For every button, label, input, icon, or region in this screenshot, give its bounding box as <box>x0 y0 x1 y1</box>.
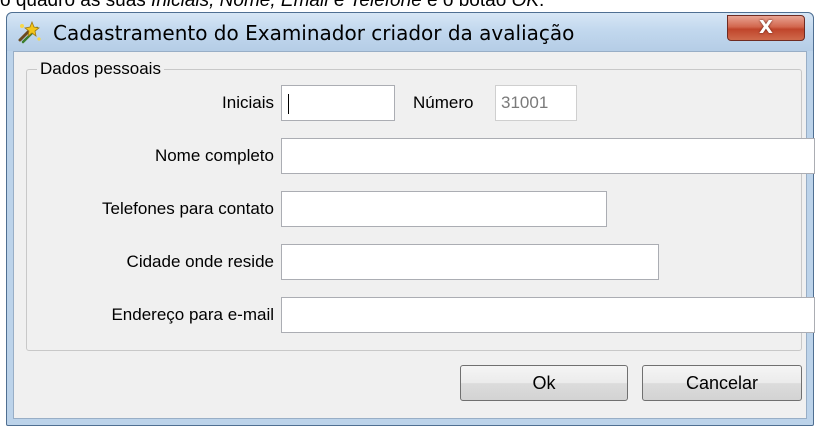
close-button[interactable]: X <box>727 15 805 41</box>
numero-label: Número <box>413 93 474 112</box>
cancel-button[interactable]: Cancelar <box>642 365 802 401</box>
text-caret <box>288 94 289 114</box>
iniciais-input[interactable] <box>281 85 395 121</box>
window-title: Cadastramento do Examinador criador da a… <box>53 21 575 45</box>
ok-button[interactable]: Ok <box>460 365 628 401</box>
group-label: Dados pessoais <box>37 59 164 79</box>
dialog-window: Cadastramento do Examinador criador da a… <box>6 12 815 426</box>
title-bar[interactable]: Cadastramento do Examinador criador da a… <box>7 13 813 51</box>
caption-suffix: e o botão <box>421 0 512 11</box>
telefones-label: Telefones para contato <box>101 199 274 218</box>
personal-data-groupbox: Dados pessoais Iniciais Número Nome comp… <box>26 59 815 351</box>
caption-end: . <box>539 0 545 11</box>
numero-field <box>495 85 577 121</box>
nome-input[interactable] <box>281 138 815 174</box>
telefones-input[interactable] <box>281 191 607 227</box>
iniciais-label: Iniciais <box>222 93 274 112</box>
caption-prefix: o quadro as suas <box>0 0 152 11</box>
email-input[interactable] <box>281 297 815 333</box>
document-caption: o quadro as suas Iniciais, Nome, Email e… <box>0 0 818 11</box>
caption-fields: Iniciais, Nome, Email <box>151 0 329 11</box>
cidade-label: Cidade onde reside <box>126 252 274 271</box>
caption-phone: Telefone <box>349 0 422 11</box>
nome-label: Nome completo <box>154 146 274 165</box>
email-label: Endereço para e-mail <box>111 305 274 324</box>
close-icon: X <box>759 17 773 38</box>
caption-ok: OK <box>511 0 540 11</box>
cidade-input[interactable] <box>281 244 659 280</box>
sparkle-tool-icon <box>18 20 41 44</box>
dialog-client-area: Dados pessoais Iniciais Número Nome comp… <box>13 51 815 419</box>
caption-mid: e <box>328 0 350 11</box>
